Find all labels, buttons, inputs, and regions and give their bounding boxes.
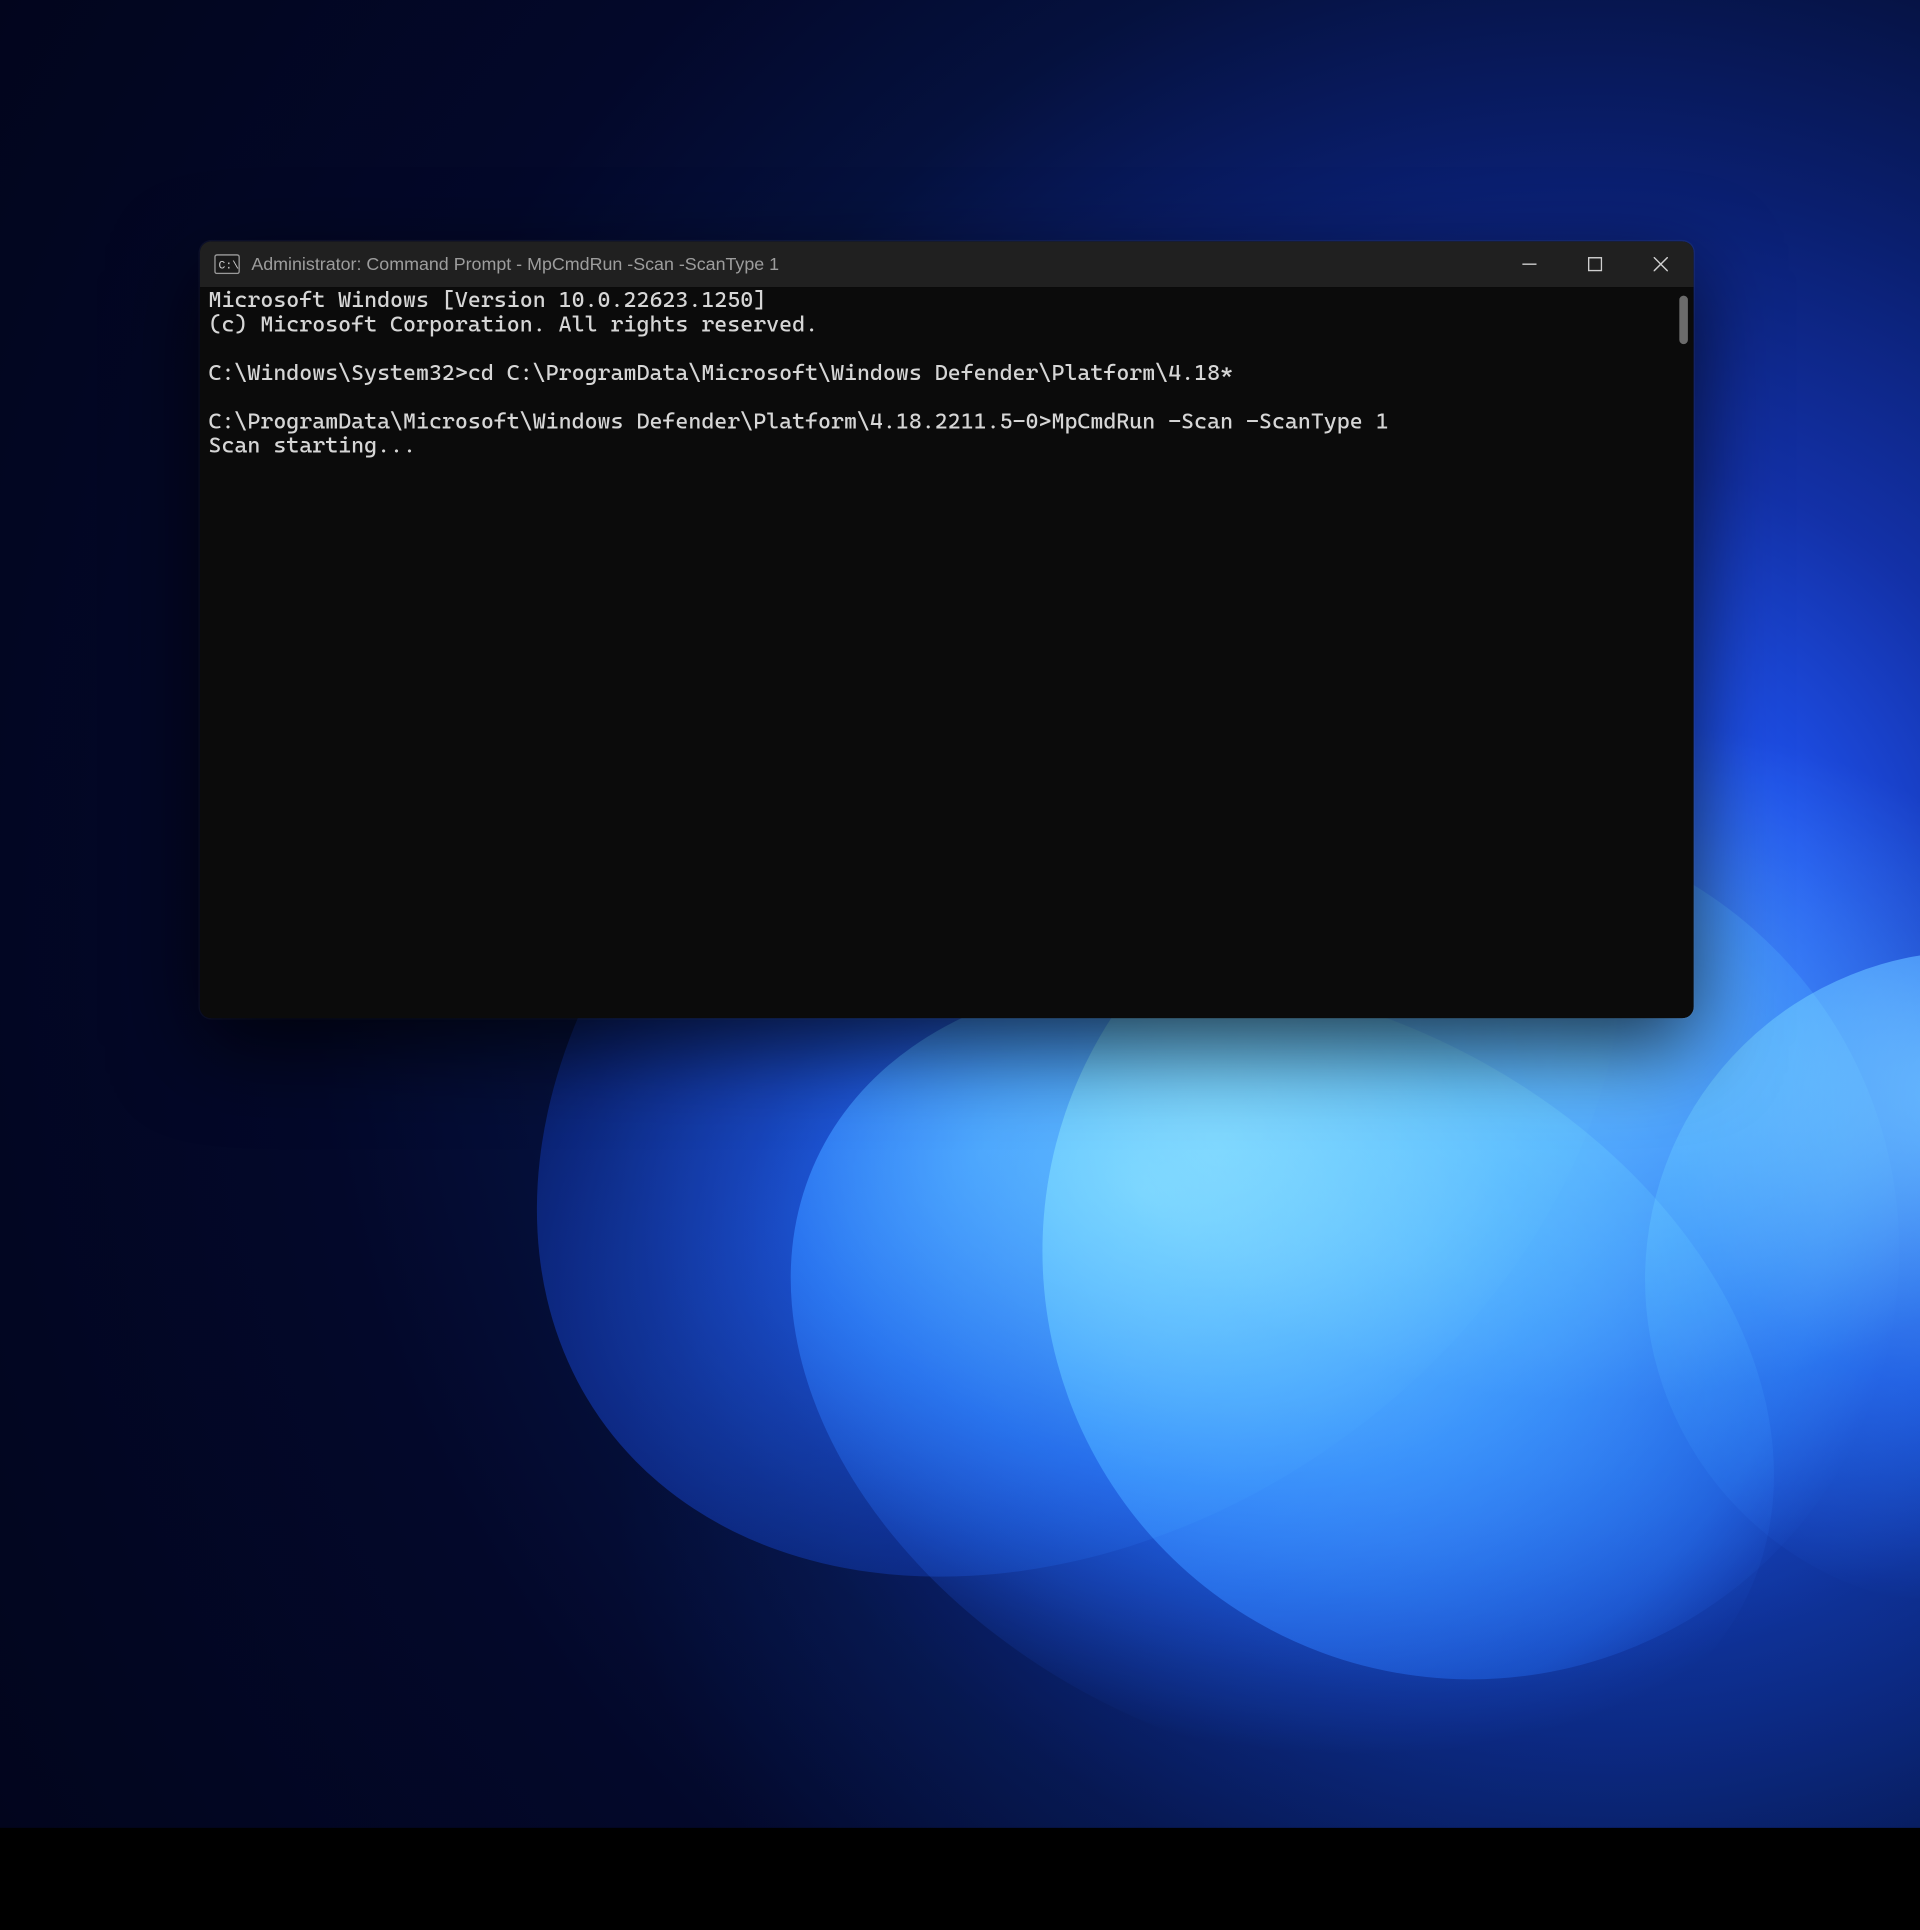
command-prompt-window: C:\ Administrator: Command Prompt - MpCm… [200,241,1694,1018]
titlebar[interactable]: C:\ Administrator: Command Prompt - MpCm… [200,241,1694,287]
svg-text:C:\: C:\ [218,259,239,272]
terminal-body[interactable]: Microsoft Windows [Version 10.0.22623.12… [200,287,1694,1018]
cmd-icon: C:\ [214,254,240,274]
close-button[interactable] [1628,241,1694,287]
close-icon [1654,257,1668,271]
maximize-icon [1588,257,1602,271]
minimize-icon [1522,257,1536,271]
window-title: Administrator: Command Prompt - MpCmdRun… [251,254,779,274]
minimize-button[interactable] [1497,241,1563,287]
terminal-output: Microsoft Windows [Version 10.0.22623.12… [208,288,1685,458]
scrollbar-thumb[interactable] [1679,296,1688,345]
maximize-button[interactable] [1562,241,1628,287]
